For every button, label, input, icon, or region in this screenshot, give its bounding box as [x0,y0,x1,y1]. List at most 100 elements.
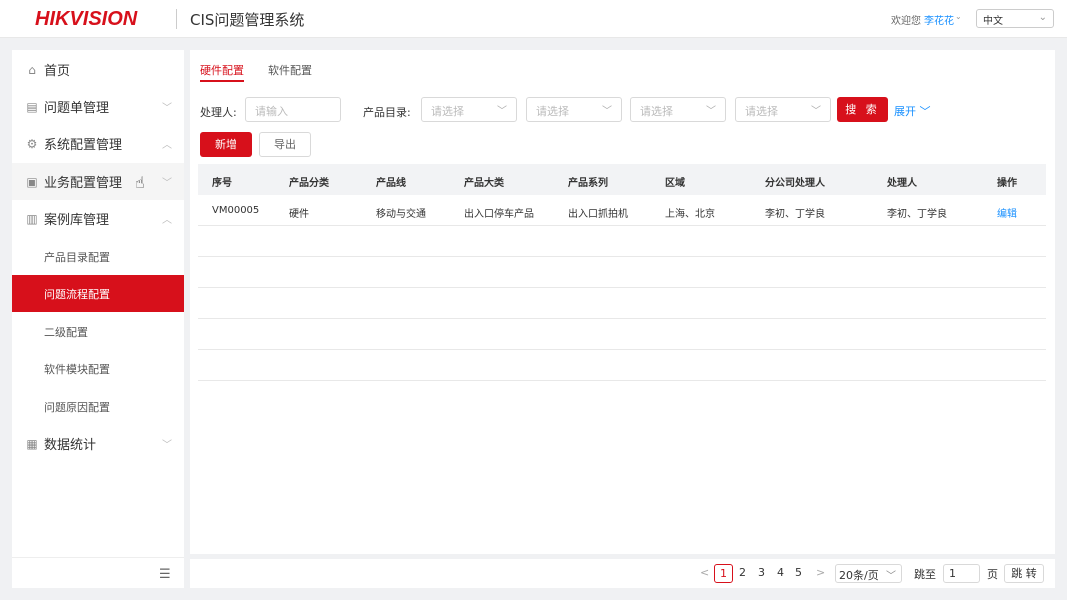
sidebar-item-label: 首页 [44,64,71,79]
add-button[interactable]: 新增 [200,132,252,157]
sidebar-subitem-issue-flow[interactable]: 问题流程配置 [12,275,184,312]
page-button[interactable]: 4 [777,566,784,579]
jump-button[interactable]: 跳 转 [1004,564,1044,583]
settings-icon: ⚙ [26,136,38,151]
main-panel: 硬件配置 软件配置 处理人: 请输入 产品目录: 请选择 ﹀ 请选择 ﹀ 请选择… [190,50,1055,554]
cell-id: VM00005 [212,205,260,216]
cell-line: 移动与交通 [376,209,426,220]
tab-software-config[interactable]: 软件配置 [268,62,312,78]
pagination-bar: < 1 2 3 4 5 > 20条/页 ﹀ 跳至 1 页 跳 转 [190,559,1055,588]
column-header: 区域 [665,178,685,189]
chevron-down-icon[interactable]: ⌄ [955,12,962,21]
library-icon: ▥ [26,211,38,226]
language-value: 中文 [983,16,1003,27]
table-row: VM00005 硬件 移动与交通 出入口停车产品 出入口抓拍机 上海、北京 李初… [198,195,1046,226]
sidebar-subitem-label: 产品目录配置 [44,250,110,264]
chevron-down-icon: ﹀ [602,106,612,117]
cell-major: 出入口停车产品 [464,209,534,220]
jump-label: 跳至 [914,568,936,581]
search-button[interactable]: 搜 索 [837,97,888,122]
page-button[interactable]: 5 [795,566,802,579]
sidebar-item-business-config[interactable]: ▣ 业务配置管理 ﹀ [12,163,184,200]
cell-category: 硬件 [289,209,309,220]
sidebar-item-label: 数据统计 [44,438,97,453]
home-icon: ⌂ [28,62,36,77]
cell-series: 出入口抓拍机 [568,209,628,220]
cell-region: 上海、北京 [665,209,715,220]
empty-table-row [198,319,1046,350]
column-header: 分公司处理人 [765,178,825,189]
sidebar-item-label: 案例库管理 [44,213,110,228]
page-button[interactable]: 2 [739,566,746,579]
page-button-current[interactable]: 1 [714,564,733,583]
system-title: CIS问题管理系统 [190,11,305,29]
catalog-select-2[interactable]: 请选择 ﹀ [526,97,622,122]
select-placeholder: 请选择 [745,105,778,118]
sidebar-subitem-software-module[interactable]: 软件模块配置 [12,350,184,387]
page-unit-label: 页 [987,568,998,581]
user-menu[interactable]: 李花花 [924,12,954,27]
briefcase-icon: ▣ [26,174,38,189]
column-header: 产品大类 [464,178,504,189]
catalog-label: 产品目录: [363,106,411,119]
handler-placeholder: 请输入 [255,105,288,118]
catalog-select-3[interactable]: 请选择 ﹀ [630,97,726,122]
language-select[interactable]: 中文 ⌄ [976,9,1054,28]
chevron-up-icon: ︿ [162,215,172,226]
chevron-down-icon: ﹀ [162,103,172,114]
column-header: 产品系列 [568,178,608,189]
catalog-select-1[interactable]: 请选择 ﹀ [421,97,517,122]
sidebar-subitem-label: 问题原因配置 [44,400,110,414]
page-button[interactable]: 3 [758,566,765,579]
page-size-select[interactable]: 20条/页 ﹀ [835,564,902,583]
sidebar-item-system-config[interactable]: ⚙ 系统配置管理 ︿ [12,125,184,162]
next-page-button[interactable]: > [816,566,825,579]
sidebar-subitem-product-catalog[interactable]: 产品目录配置 [12,238,184,275]
chevron-down-icon: ﹀ [811,106,821,117]
chevron-down-icon: ⌄ [1038,12,1047,23]
sidebar-item-issues[interactable]: ▤ 问题单管理 ﹀ [12,88,184,125]
chevron-down-icon: ﹀ [497,106,507,117]
welcome-text: 欢迎您 [891,16,921,27]
header-divider [176,9,177,29]
sidebar-subitem-issue-cause[interactable]: 问题原因配置 [12,388,184,425]
sidebar-item-label: 系统配置管理 [44,138,123,153]
column-header: 处理人 [887,178,917,189]
sidebar-subitem-label: 二级配置 [44,325,88,339]
empty-table-row [198,350,1046,381]
empty-table-row [198,257,1046,288]
expand-filters-link[interactable]: 展开 ﹀ [894,103,931,119]
sidebar-item-home[interactable]: ⌂ 首页 [12,51,184,88]
sidebar-subitem-label: 软件模块配置 [44,362,110,376]
edit-link[interactable]: 编辑 [997,205,1017,220]
chevron-down-icon: ﹀ [162,178,172,189]
column-header: 操作 [997,178,1017,189]
sidebar-subitem-label: 问题流程配置 [44,287,110,301]
chevron-down-icon: ﹀ [706,106,716,117]
expand-label: 展开 [894,105,916,118]
collapse-sidebar-icon[interactable]: ☰ [159,567,171,582]
export-button[interactable]: 导出 [259,132,311,157]
active-tab-indicator [200,80,244,82]
sidebar: ⌂ 首页 ▤ 问题单管理 ﹀ ⚙ 系统配置管理 ︿ ▣ 业务配置管理 ﹀ ▥ 案… [12,50,184,588]
sidebar-divider [12,557,184,558]
hikvision-logo[interactable]: HIKVISION [35,8,137,31]
sidebar-item-case-library[interactable]: ▥ 案例库管理 ︿ [12,200,184,237]
empty-table-row [198,288,1046,319]
handler-input[interactable]: 请输入 [245,97,341,122]
catalog-select-4[interactable]: 请选择 ﹀ [735,97,831,122]
prev-page-button[interactable]: < [700,566,709,579]
tab-hardware-config[interactable]: 硬件配置 [200,62,244,78]
column-header: 序号 [212,178,232,189]
column-header: 产品线 [376,178,406,189]
chevron-down-icon: ﹀ [162,440,172,451]
hand-cursor-icon: ☝ [135,173,145,192]
jump-page-input[interactable]: 1 [943,564,980,583]
sidebar-subitem-level2[interactable]: 二级配置 [12,313,184,350]
select-placeholder: 请选择 [431,105,464,118]
empty-table-row [198,226,1046,257]
page-size-value: 20条/页 [839,569,879,582]
sidebar-item-statistics[interactable]: ▦ 数据统计 ﹀ [12,425,184,462]
sidebar-item-label: 问题单管理 [44,101,110,116]
chevron-down-icon: ﹀ [919,105,931,118]
